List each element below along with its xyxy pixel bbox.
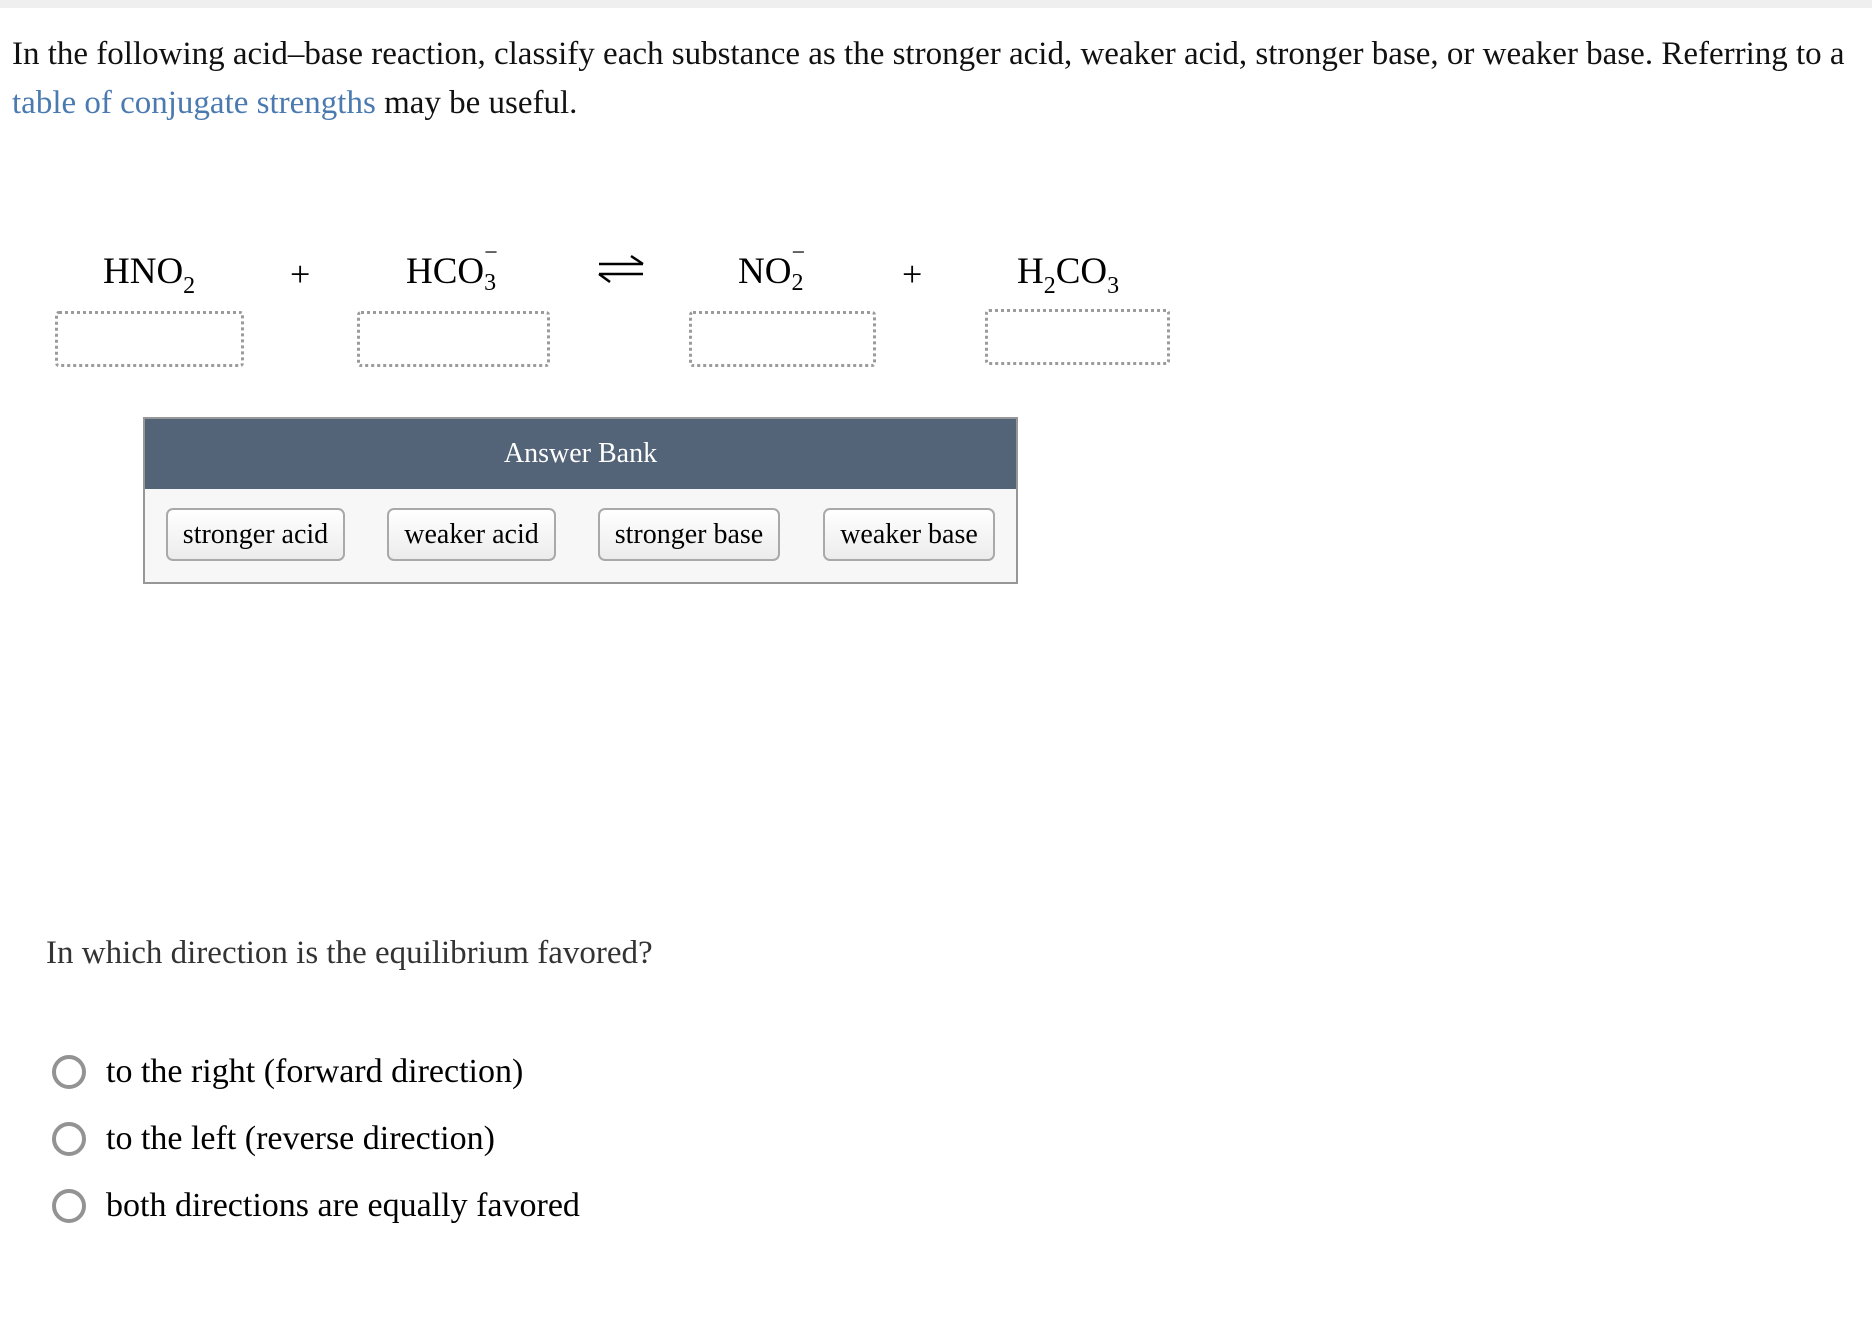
product-h2co3: H2CO3 (1017, 251, 1120, 299)
chip-weaker-acid[interactable]: weaker acid (387, 508, 556, 561)
answer-bank: Answer Bank stronger acid weaker acid st… (143, 417, 1018, 584)
option-equal[interactable]: both directions are equally favored (52, 1184, 580, 1228)
chip-weaker-base[interactable]: weaker base (823, 508, 995, 561)
product-no2: NO −2 (738, 240, 805, 296)
drop-target-h2co3[interactable] (985, 309, 1170, 365)
option-label: both directions are equally favored (106, 1187, 580, 1224)
top-bar (0, 0, 1872, 8)
drop-target-hno2[interactable] (55, 311, 244, 367)
option-label: to the left (reverse direction) (106, 1120, 495, 1157)
reactant-hco3: HCO −3 (406, 240, 498, 296)
plus-sign: + (902, 254, 923, 294)
equilibrium-question: In which direction is the equilibrium fa… (46, 935, 653, 971)
chip-stronger-base[interactable]: stronger base (598, 508, 780, 561)
radio-button[interactable] (52, 1122, 86, 1156)
radio-button[interactable] (52, 1189, 86, 1223)
reactant-hno2: HNO2 (103, 251, 196, 299)
instructions-text-end: may be useful. (375, 85, 578, 121)
option-forward[interactable]: to the right (forward direction) (52, 1050, 523, 1094)
chip-stronger-acid[interactable]: stronger acid (166, 508, 345, 561)
answer-bank-title: Answer Bank (145, 419, 1016, 489)
option-label: to the right (forward direction) (106, 1053, 524, 1090)
equilibrium-arrow-icon (598, 254, 644, 284)
instructions-text: In the following acid–base reaction, cla… (12, 36, 1845, 72)
radio-button[interactable] (52, 1055, 86, 1089)
conjugate-strengths-link[interactable]: table of conjugate strengths (12, 85, 376, 121)
plus-sign: + (290, 254, 311, 294)
drop-target-no2[interactable] (689, 311, 876, 367)
option-reverse[interactable]: to the left (reverse direction) (52, 1117, 495, 1161)
instructions: In the following acid–base reaction, cla… (12, 30, 1852, 128)
drop-target-hco3[interactable] (357, 311, 550, 367)
